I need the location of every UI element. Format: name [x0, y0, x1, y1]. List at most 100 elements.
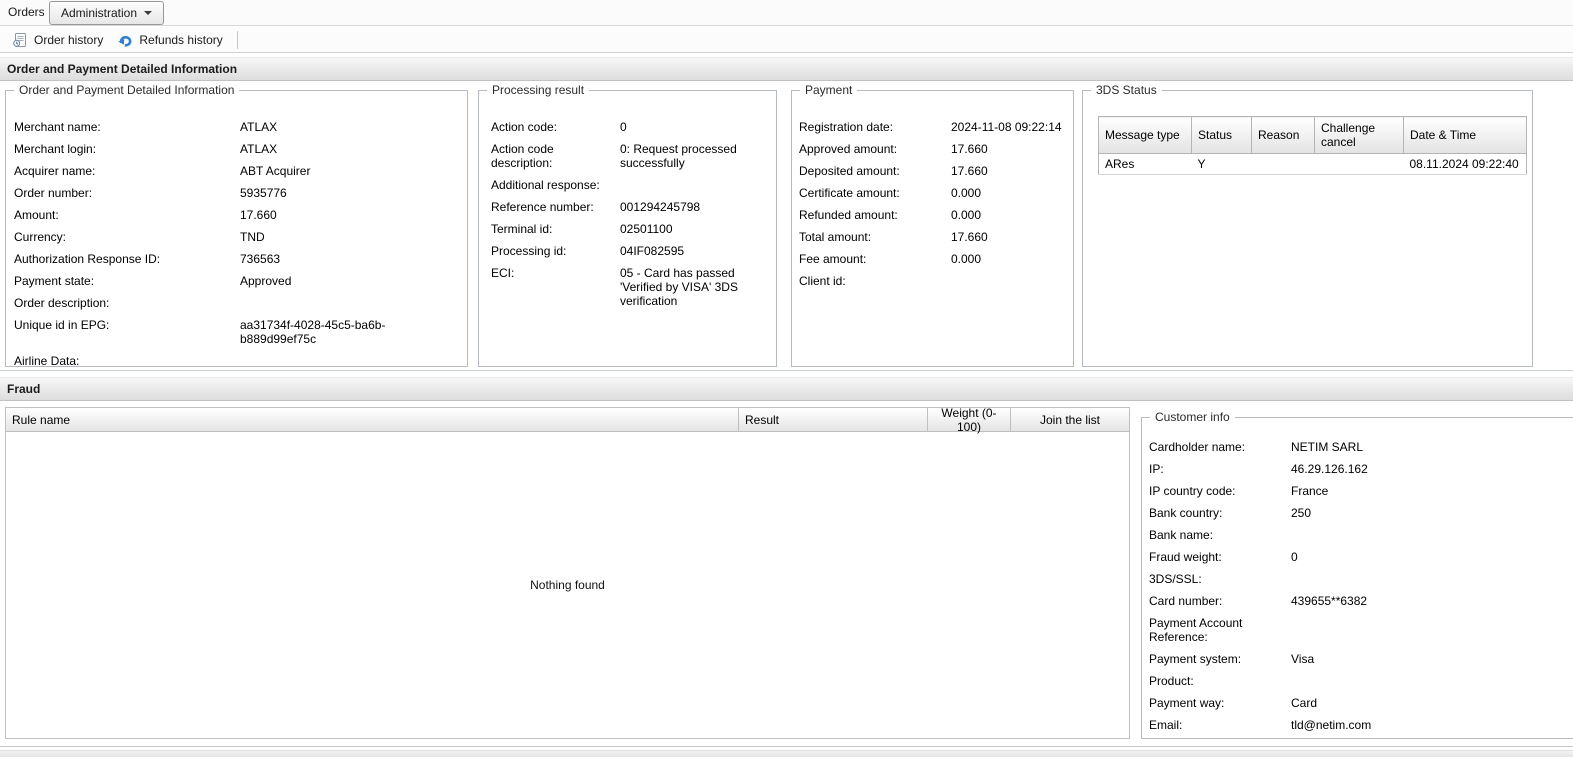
toolbar: Order history Refunds history: [0, 27, 1573, 53]
table-row[interactable]: ARes Y 08.11.2024 09:22:40: [1099, 154, 1527, 175]
fraud-table-header: Rule name Result Weight (0-100) Join the…: [6, 408, 1129, 432]
field-value: 0: [1291, 550, 1567, 564]
tab-administration-label: Administration: [61, 6, 137, 20]
field-value: tld@netim.com: [1291, 718, 1567, 732]
field-row: Reference number: 001294245798: [491, 200, 770, 214]
field-value: 02501100: [620, 222, 770, 236]
field-value: France: [1291, 484, 1567, 498]
column-header-date-time[interactable]: Date & Time: [1404, 117, 1527, 154]
field-label: Certificate amount:: [799, 186, 951, 200]
field-value: [1291, 528, 1567, 542]
order-history-button[interactable]: Order history: [5, 29, 110, 51]
field-label: Payment state:: [14, 274, 240, 288]
field-value: 17.660: [951, 142, 1067, 156]
field-label: IP:: [1149, 462, 1291, 476]
field-value: 05 - Card has passed 'Verified by VISA' …: [620, 266, 770, 308]
field-label: Fraud weight:: [1149, 550, 1291, 564]
field-label: Merchant login:: [14, 142, 240, 156]
three-ds-status-panel: 3DS Status Message type Status Reason Ch…: [1082, 90, 1533, 367]
field-value: ATLAX: [240, 142, 461, 156]
column-header-rule-name[interactable]: Rule name: [6, 408, 739, 431]
order-info-legend: Order and Payment Detailed Information: [14, 83, 239, 97]
payment-panel: Payment Registration date: 2024-11-08 09…: [791, 90, 1074, 367]
field-label: Total amount:: [799, 230, 951, 244]
customer-info-legend: Customer info: [1150, 410, 1235, 424]
column-header-status[interactable]: Status: [1192, 117, 1252, 154]
field-value: Card: [1291, 696, 1567, 710]
field-label: Action code:: [491, 120, 620, 134]
field-label: Refunded amount:: [799, 208, 951, 222]
field-label: Order description:: [14, 296, 240, 310]
field-value: 250: [1291, 506, 1567, 520]
column-header-weight[interactable]: Weight (0-100): [928, 408, 1011, 431]
column-header-message-type[interactable]: Message type: [1099, 117, 1192, 154]
field-label: Payment system:: [1149, 652, 1291, 666]
customer-info-rows: Cardholder name: NETIM SARL IP: 46.29.12…: [1149, 440, 1567, 732]
field-row: Payment way: Card: [1149, 696, 1567, 710]
cell-challenge-cancel: [1315, 154, 1404, 175]
payment-legend: Payment: [800, 83, 857, 97]
field-row: Approved amount: 17.660: [799, 142, 1067, 156]
order-history-label: Order history: [34, 33, 103, 47]
field-row: Unique id in EPG: aa31734f-4028-45c5-ba6…: [14, 318, 461, 346]
order-info-rows: Merchant name: ATLAX Merchant login: ATL…: [14, 120, 461, 368]
field-label: Deposited amount:: [799, 164, 951, 178]
field-row: Bank country: 250: [1149, 506, 1567, 520]
field-row: Client id:: [799, 274, 1067, 288]
field-label: Processing id:: [491, 244, 620, 258]
field-value: 0.000: [951, 208, 1067, 222]
payment-rows: Registration date: 2024-11-08 09:22:14 A…: [799, 120, 1067, 288]
three-ds-table-body: ARes Y 08.11.2024 09:22:40: [1099, 154, 1527, 175]
field-label: Amount:: [14, 208, 240, 222]
field-label: Approved amount:: [799, 142, 951, 156]
column-header-reason[interactable]: Reason: [1252, 117, 1315, 154]
tab-administration[interactable]: Administration: [49, 1, 164, 25]
field-value: 001294245798: [620, 200, 770, 214]
field-row: Bank name:: [1149, 528, 1567, 542]
field-value: 17.660: [951, 164, 1067, 178]
field-value: [1291, 674, 1567, 688]
field-value: 0: [620, 120, 770, 134]
tab-bar: Orders Administration: [0, 0, 1573, 26]
field-row: Payment Account Reference:: [1149, 616, 1567, 644]
field-label: Reference number:: [491, 200, 620, 214]
field-label: Cardholder name:: [1149, 440, 1291, 454]
field-label: Acquirer name:: [14, 164, 240, 178]
processing-result-rows: Action code: 0 Action code description: …: [491, 120, 770, 308]
field-label: Additional response:: [491, 178, 620, 192]
field-value: 2024-11-08 09:22:14: [951, 120, 1067, 134]
field-value: Visa: [1291, 652, 1567, 666]
column-header-challenge-cancel[interactable]: Challenge cancel: [1315, 117, 1404, 154]
field-value: TND: [240, 230, 461, 244]
field-value: ATLAX: [240, 120, 461, 134]
field-label: Airline Data:: [14, 354, 240, 368]
field-label: IP country code:: [1149, 484, 1291, 498]
field-row: Merchant name: ATLAX: [14, 120, 461, 134]
bottom-divider: [0, 746, 1573, 747]
refunds-history-button[interactable]: Refunds history: [110, 29, 229, 51]
field-row: Email: tld@netim.com: [1149, 718, 1567, 732]
tab-orders[interactable]: Orders: [8, 5, 45, 19]
field-label: Client id:: [799, 274, 951, 288]
toolbar-separator: [237, 31, 238, 49]
field-value: [1291, 572, 1567, 586]
field-row: Merchant login: ATLAX: [14, 142, 461, 156]
field-row: Product:: [1149, 674, 1567, 688]
field-label: Merchant name:: [14, 120, 240, 134]
field-row: Payment state: Approved: [14, 274, 461, 288]
field-label: Order number:: [14, 186, 240, 200]
field-row: Amount: 17.660: [14, 208, 461, 222]
field-label: Currency:: [14, 230, 240, 244]
field-value: [620, 178, 770, 192]
field-label: Authorization Response ID:: [14, 252, 240, 266]
column-header-result[interactable]: Result: [739, 408, 928, 431]
field-row: Action code description: 0: Request proc…: [491, 142, 770, 170]
field-value: Approved: [240, 274, 461, 288]
three-ds-status-table: Message type Status Reason Challenge can…: [1098, 116, 1527, 175]
field-row: Registration date: 2024-11-08 09:22:14: [799, 120, 1067, 134]
column-header-join-the-list[interactable]: Join the list: [1011, 408, 1129, 431]
field-row: Fee amount: 0.000: [799, 252, 1067, 266]
field-row: Certificate amount: 0.000: [799, 186, 1067, 200]
field-value: NETIM SARL: [1291, 440, 1567, 454]
field-row: Processing id: 04IF082595: [491, 244, 770, 258]
